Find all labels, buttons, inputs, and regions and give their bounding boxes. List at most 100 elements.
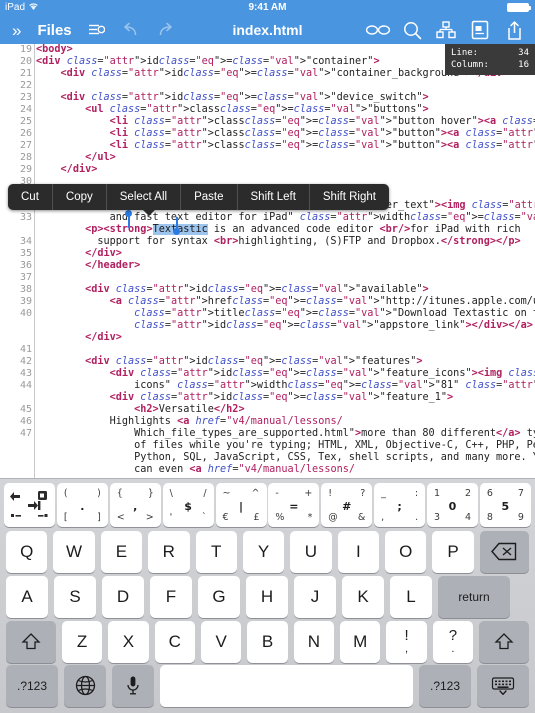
line-number: 39 <box>19 296 32 307</box>
key-w[interactable]: W <box>53 530 95 573</box>
context-menu-item-shift-left[interactable]: Shift Left <box>238 184 310 210</box>
key-glyph-center: ; <box>397 500 402 513</box>
brace-angle-key[interactable]: {} < >, <box>109 483 161 527</box>
code-text-area[interactable]: <body> <div class="attr">idclass="eq">=cl… <box>36 44 535 478</box>
code-line: <ul class="attr">classclass="eq">=class=… <box>85 104 429 115</box>
math-symbol-key[interactable]: - +% * = <box>268 483 320 527</box>
key-c[interactable]: C <box>154 620 195 663</box>
key-d[interactable]: D <box>102 575 144 618</box>
key-glyph-center: | <box>238 500 244 513</box>
key-m[interactable]: M <box>340 620 381 663</box>
context-menu-item-copy[interactable]: Copy <box>53 184 107 210</box>
key-glyph-bottom-left: < <box>116 512 125 523</box>
key-a[interactable]: A <box>6 575 48 618</box>
key-glyph-bottom-left: € <box>222 512 229 523</box>
key-h[interactable]: H <box>246 575 288 618</box>
code-line: <div class="attr">idclass="eq">=class="v… <box>85 284 429 295</box>
key-t[interactable]: T <box>195 530 237 573</box>
key-glyph-bottom-right: > <box>145 512 154 523</box>
separator-key[interactable]: _:,.; <box>374 483 426 527</box>
glasses-preview-icon[interactable] <box>361 16 395 44</box>
code-line: support for syntax <br>highlighting, (S)… <box>36 236 521 247</box>
code-line: <div class="attr">idclass="eq">=class="v… <box>109 368 535 379</box>
line-number: 35 <box>19 248 32 259</box>
context-menu-item-cut[interactable]: Cut <box>8 184 53 210</box>
number-pad-key-2[interactable]: 6 7 8 95 <box>479 483 531 527</box>
status-time: 9:41 AM <box>248 2 287 13</box>
code-line: </ul> <box>85 152 116 163</box>
key-glyph-bottom-left: [ <box>63 512 68 523</box>
line-number: 43 <box>19 368 32 379</box>
key-r[interactable]: R <box>148 530 190 573</box>
key-glyph-bottom-left: 3 <box>434 512 441 523</box>
undo-arrow-icon[interactable] <box>114 16 148 44</box>
keyboard-row-zxcv: Z X C V B N M!,?. <box>0 619 535 664</box>
redo-arrow-icon[interactable] <box>148 16 182 44</box>
files-button[interactable]: Files <box>29 16 79 44</box>
split-view-icon[interactable] <box>429 16 463 44</box>
key-s[interactable]: S <box>54 575 96 618</box>
key-glyph-top-right: ? <box>360 488 366 499</box>
return-key[interactable]: return <box>438 575 510 618</box>
key-p[interactable]: P <box>432 530 474 573</box>
selected-text[interactable]: Textastic <box>152 224 208 235</box>
shift-up-arrow-icon-right[interactable] <box>479 620 529 663</box>
space-bar[interactable] <box>160 664 413 707</box>
microphone-icon[interactable] <box>112 664 154 707</box>
ios-status-bar: iPad 9:41 AM <box>0 0 535 16</box>
selection-handle-end[interactable] <box>173 217 180 235</box>
code-line: Which_file_types_are_supported.html">mor… <box>36 428 535 439</box>
key-e[interactable]: E <box>100 530 143 573</box>
line-number: 29 <box>19 164 32 175</box>
context-menu-item-shift-right[interactable]: Shift Right <box>310 184 389 210</box>
key-o[interactable]: O <box>385 530 427 573</box>
key-punct-1[interactable]: !, <box>386 620 427 663</box>
key-g[interactable]: G <box>198 575 240 618</box>
key-x[interactable]: X <box>108 620 149 663</box>
key-q[interactable]: Q <box>6 530 48 573</box>
key-i[interactable]: I <box>337 530 379 573</box>
outline-icon[interactable] <box>80 16 114 44</box>
code-line: <div class="attr">idclass="eq">=class="v… <box>36 56 380 67</box>
search-icon[interactable] <box>395 16 429 44</box>
key-punct-2[interactable]: ?. <box>432 620 474 663</box>
key-l[interactable]: L <box>390 575 432 618</box>
code-line: and fast text editor for iPad" class="at… <box>36 212 535 223</box>
cursor-nav-key[interactable] <box>4 483 55 527</box>
currency-key[interactable]: ~ ^ € £ | <box>215 483 267 527</box>
line-number: 23 <box>19 92 32 103</box>
key-glyph-top: ! <box>404 627 409 644</box>
key-n[interactable]: N <box>293 620 335 663</box>
numeric-switch-right-button[interactable]: .?123 <box>419 664 471 707</box>
context-menu-item-paste[interactable]: Paste <box>181 184 238 210</box>
numeric-switch-left-button[interactable]: .?123 <box>6 664 58 707</box>
backspace-delete-icon[interactable] <box>479 530 529 573</box>
slash-dollar-key[interactable]: \ / ' ` $ <box>162 483 214 527</box>
key-glyph-bottom-right: * <box>307 512 313 523</box>
key-k[interactable]: K <box>342 575 384 618</box>
line-number: 38 <box>19 284 32 295</box>
document-panel-icon[interactable] <box>463 16 497 44</box>
key-glyph-top-right: 7 <box>517 488 524 499</box>
paren-bracket-key[interactable]: () []. <box>56 483 108 527</box>
hide-keyboard-icon[interactable] <box>477 664 529 707</box>
code-editor[interactable]: <body> <div class="attr">idclass="eq">=cl… <box>0 44 535 478</box>
key-u[interactable]: U <box>290 530 332 573</box>
selection-handle-start[interactable] <box>125 210 132 228</box>
key-f[interactable]: F <box>150 575 192 618</box>
context-menu-item-select-all[interactable]: Select All <box>107 184 182 210</box>
globe-language-icon[interactable] <box>64 664 106 707</box>
share-export-icon[interactable] <box>497 16 531 44</box>
punctuation-key[interactable]: !? @ & # <box>321 483 373 527</box>
code-line: <h2>Versatile</h2> <box>134 404 245 415</box>
code-line: </header> <box>85 260 141 271</box>
key-j[interactable]: J <box>294 575 336 618</box>
key-b[interactable]: B <box>247 620 288 663</box>
key-v[interactable]: V <box>200 620 242 663</box>
expand-sidebar-chevron-icon[interactable]: » <box>8 16 29 44</box>
key-z[interactable]: Z <box>61 620 103 663</box>
key-y[interactable]: Y <box>242 530 285 573</box>
number-pad-key-1[interactable]: 1 2 3 40 <box>427 483 478 527</box>
line-number: 24 <box>19 104 32 115</box>
shift-up-arrow-icon-left[interactable] <box>6 620 56 663</box>
